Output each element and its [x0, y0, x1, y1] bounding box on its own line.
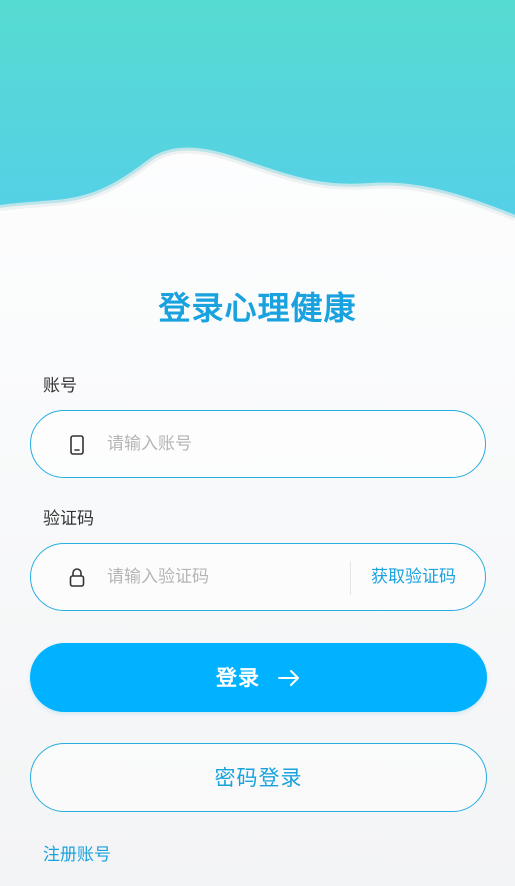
get-code-button[interactable]: 获取验证码 — [371, 565, 456, 589]
code-placeholder: 请输入验证码 — [107, 567, 209, 587]
phone-icon — [70, 435, 84, 455]
register-link[interactable]: 注册账号 — [43, 843, 111, 867]
login-button[interactable]: 登录 — [30, 643, 487, 712]
arrow-right-icon — [278, 670, 300, 686]
account-field[interactable]: 请输入账号 — [30, 410, 486, 478]
password-login-label: 密码登录 — [214, 766, 303, 790]
account-label: 账号 — [43, 376, 77, 396]
account-placeholder: 请输入账号 — [107, 434, 192, 454]
lock-icon — [69, 568, 85, 587]
header-wave-background — [0, 0, 515, 221]
login-page: 登录心理健康 账号 请输入账号 验证码 请输入验证码 获取验证码 登录 密码登录… — [0, 0, 515, 886]
login-button-label: 登录 — [215, 666, 260, 690]
code-field[interactable]: 请输入验证码 获取验证码 — [30, 543, 486, 611]
page-title: 登录心理健康 — [158, 289, 357, 327]
code-label: 验证码 — [43, 509, 94, 529]
field-divider — [350, 561, 351, 595]
password-login-button[interactable]: 密码登录 — [30, 743, 487, 812]
